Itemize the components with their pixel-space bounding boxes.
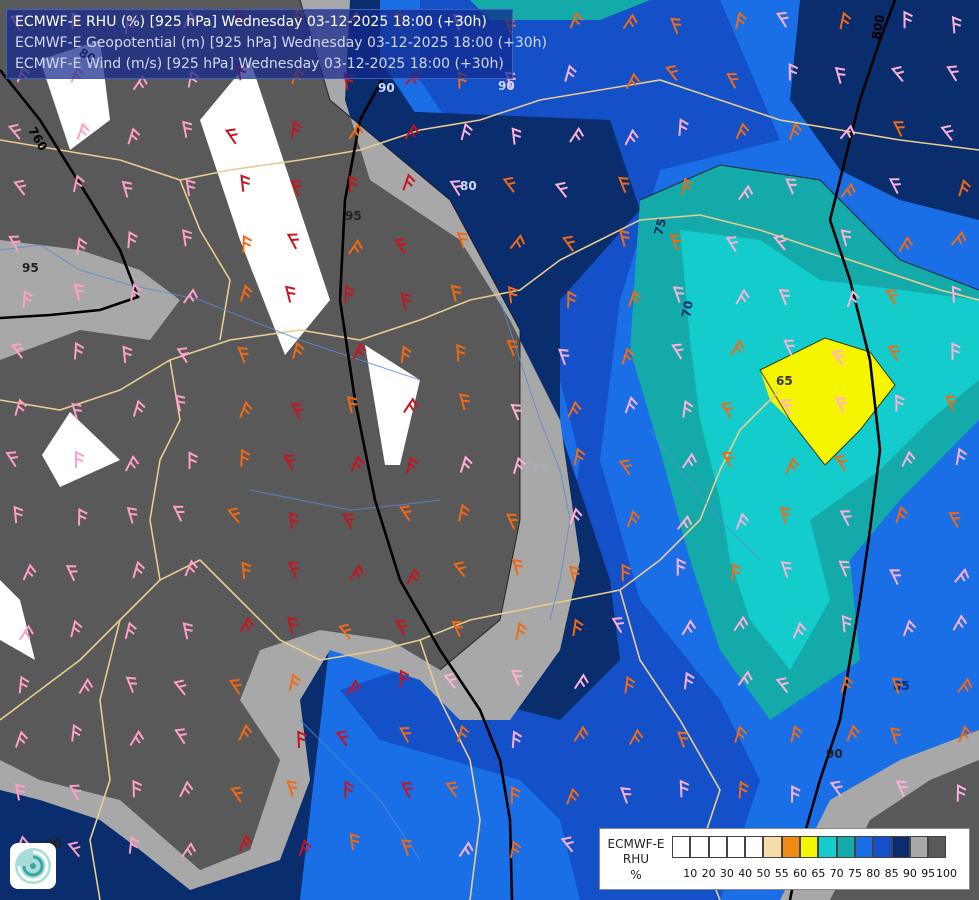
legend-swatch [726,836,746,858]
legend-tick-label: 20 [701,867,716,880]
legend-swatch [818,836,837,858]
legend-unit: % [630,868,642,882]
legend-title: ECMWF-E RHU % [603,837,669,883]
legend-swatches [672,836,947,860]
legend-tick-label: 40 [738,867,753,880]
legend-swatch [836,836,855,858]
legend-ticks: 10 20 30 40 50 55 60 65 70 75 80 85 90 95 100 [672,867,968,881]
legend-tick-label: 100 [936,867,957,880]
legend-swatch [781,836,801,858]
legend-variable: RHU [622,852,650,866]
contour-label-90-a: 90 [378,81,395,95]
place-label-pest: Pest [524,459,550,474]
contour-label-80-b: 80 [460,179,477,193]
title-rhu: ECMWF-E RHU (%) [925 hPa] Wednesday 03-1… [15,14,487,30]
legend-tick-label: 70 [829,867,844,880]
legend-tick-label: 60 [793,867,808,880]
legend-tick-label: 30 [719,867,734,880]
legend-swatch [745,836,764,858]
color-legend: ECMWF-E RHU % 10 20 30 40 50 55 60 65 70 75 80 85 90… [599,828,970,890]
legend-tick-label: 55 [774,867,789,880]
legend-tick-label: 50 [756,867,771,880]
contour-label-65-a: 65 [776,374,793,388]
legend-tick-label: 90 [902,867,917,880]
legend-tick-label: 85 [884,867,899,880]
ecmwf-logo [10,843,56,889]
title-wind: ECMWF-E Wind (m/s) [925 hPa] Wednesday 0… [15,56,504,72]
legend-swatch [690,836,709,858]
legend-swatch [891,836,910,858]
legend-swatch [873,836,892,858]
contour-label-70-a: 70 [679,300,696,319]
legend-tick-label: 80 [866,867,881,880]
legend-tick-label: 65 [811,867,826,880]
contour-label-95-b: 95 [345,209,362,223]
contour-label-90-b: 90 [498,79,515,93]
legend-swatch [909,836,929,858]
legend-swatch [672,836,691,858]
legend-model: ECMWF-E [607,837,665,851]
legend-tick-label: 10 [683,867,698,880]
rhu-map: 760 800 95 95 90 90 90 90 85 75 70 80 80… [0,0,979,900]
legend-tick-label: 75 [848,867,862,880]
legend-tick-label: 95 [921,867,936,880]
contour-label-95-a: 95 [22,261,39,275]
title-geopotential: ECMWF-E Geopotential (m) [925 hPa] Wedne… [15,35,547,51]
title-box: ECMWF-E RHU (%) [925 hPa] Wednesday 03-1… [6,9,547,79]
contour-label-90-c: 90 [826,747,843,761]
legend-swatch [928,836,947,858]
ecmwf-logo-icon [15,848,51,884]
legend-swatch [854,836,874,858]
legend-swatch [800,836,819,858]
legend-swatch [763,836,782,858]
legend-swatch [708,836,727,858]
